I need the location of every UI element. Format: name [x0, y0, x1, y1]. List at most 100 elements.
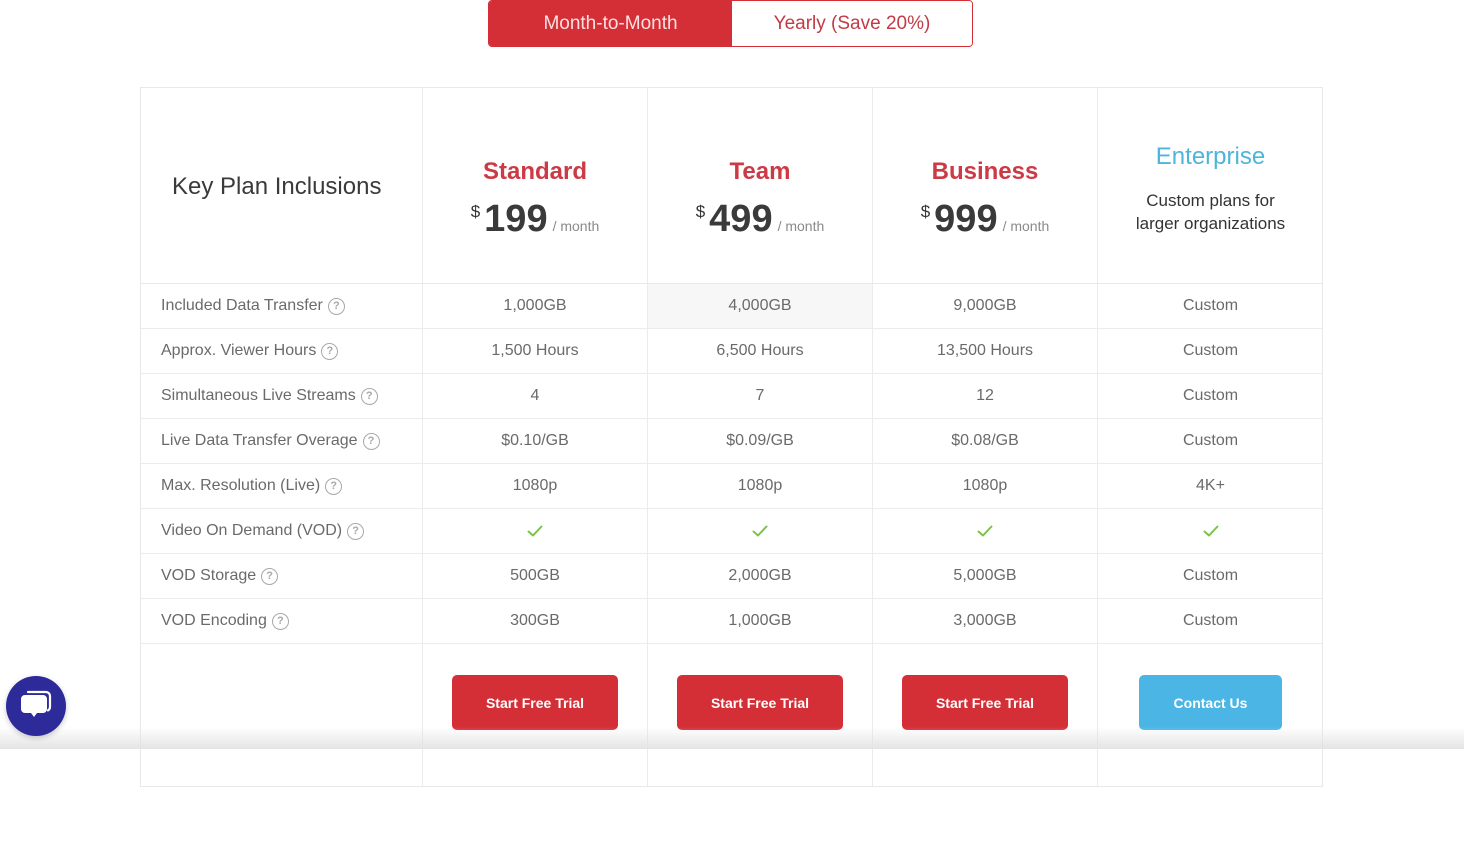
plan-header-business: Business $ 999 / month [873, 88, 1097, 284]
feature-value: Custom [1098, 599, 1323, 643]
plan-header-team: Team $ 499 / month [648, 88, 872, 284]
help-icon[interactable]: ? [328, 298, 345, 315]
cta-row [141, 644, 1322, 844]
feature-label: Simultaneous Live Streams? [161, 374, 378, 418]
price-period: / month [778, 218, 825, 234]
plan-description: Custom plans for larger organizations [1098, 189, 1323, 235]
plan-header-enterprise: Enterprise Custom plans for larger organ… [1098, 88, 1323, 284]
feature-value [873, 509, 1097, 553]
feature-value: $0.09/GB [648, 419, 872, 463]
feature-label: VOD Storage? [161, 554, 278, 598]
feature-value [1098, 509, 1323, 553]
check-icon [977, 525, 993, 537]
price-amount: 199 [484, 198, 547, 241]
price-period: / month [553, 218, 600, 234]
price-amount: 499 [709, 198, 772, 241]
feature-label-text: VOD Storage [161, 567, 256, 585]
feature-label: VOD Encoding? [161, 599, 289, 643]
start-free-trial-standard-button[interactable]: Start Free Trial [452, 675, 618, 730]
plan-price: $ 199 / month [423, 198, 647, 241]
currency-symbol: $ [471, 202, 480, 222]
help-icon[interactable]: ? [347, 523, 364, 540]
feature-value: 1,000GB [423, 284, 647, 328]
feature-label: Included Data Transfer? [161, 284, 345, 328]
feature-value: 9,000GB [873, 284, 1097, 328]
feature-value: 2,000GB [648, 554, 872, 598]
feature-value: 1080p [423, 464, 647, 508]
feature-row: Live Data Transfer Overage? $0.10/GB$0.09… [141, 419, 1322, 464]
feature-label-text: VOD Encoding [161, 612, 267, 630]
key-plan-inclusions-title: Key Plan Inclusions [172, 173, 381, 201]
help-icon[interactable]: ? [363, 433, 380, 450]
feature-value: Custom [1098, 419, 1323, 463]
contact-us-button[interactable]: Contact Us [1139, 675, 1282, 730]
feature-value: $0.10/GB [423, 419, 647, 463]
feature-label-text: Approx. Viewer Hours [161, 342, 316, 360]
chat-widget-button[interactable] [6, 676, 66, 736]
currency-symbol: $ [696, 202, 705, 222]
feature-label-text: Video On Demand (VOD) [161, 522, 342, 540]
help-icon[interactable]: ? [321, 343, 338, 360]
help-icon[interactable]: ? [325, 478, 342, 495]
start-free-trial-team-button[interactable]: Start Free Trial [677, 675, 843, 730]
price-amount: 999 [934, 198, 997, 241]
feature-row: Included Data Transfer? 1,000GB4,000GB9,0… [141, 284, 1322, 329]
feature-value: Custom [1098, 554, 1323, 598]
feature-value: 300GB [423, 599, 647, 643]
plan-description-line: Custom plans for [1098, 189, 1323, 212]
feature-value: 6,500 Hours [648, 329, 872, 373]
feature-label: Live Data Transfer Overage? [161, 419, 380, 463]
feature-value: 3,000GB [873, 599, 1097, 643]
billing-toggle: Month-to-Month Yearly (Save 20%) [488, 0, 973, 47]
feature-value: 1080p [873, 464, 1097, 508]
feature-label: Approx. Viewer Hours? [161, 329, 338, 373]
feature-row: VOD Storage? 500GB2,000GB5,000GBCustom [141, 554, 1322, 599]
feature-value [648, 509, 872, 553]
feature-label-text: Included Data Transfer [161, 297, 323, 315]
pricing-table: Key Plan Inclusions Standard $ 199 / mon… [140, 87, 1323, 787]
feature-label-text: Live Data Transfer Overage [161, 432, 358, 450]
feature-value: 7 [648, 374, 872, 418]
help-icon[interactable]: ? [261, 568, 278, 585]
plan-header-standard: Standard $ 199 / month [423, 88, 647, 284]
feature-value: Custom [1098, 374, 1323, 418]
feature-label: Max. Resolution (Live)? [161, 464, 342, 508]
plan-name: Standard [423, 158, 647, 186]
feature-label-text: Max. Resolution (Live) [161, 477, 320, 495]
feature-value: 1080p [648, 464, 872, 508]
feature-value: Custom [1098, 284, 1323, 328]
start-free-trial-business-button[interactable]: Start Free Trial [902, 675, 1068, 730]
plan-price: $ 499 / month [648, 198, 872, 241]
feature-value: 13,500 Hours [873, 329, 1097, 373]
help-icon[interactable]: ? [361, 388, 378, 405]
feature-value: Custom [1098, 329, 1323, 373]
help-icon[interactable]: ? [272, 613, 289, 630]
plan-name: Business [873, 158, 1097, 186]
feature-value: 4 [423, 374, 647, 418]
feature-value [423, 509, 647, 553]
plan-header-row: Key Plan Inclusions Standard $ 199 / mon… [141, 88, 1322, 284]
plan-name: Team [648, 158, 872, 186]
chat-icon [20, 689, 52, 724]
feature-row: VOD Encoding? 300GB1,000GB3,000GBCustom [141, 599, 1322, 644]
price-period: / month [1003, 218, 1050, 234]
feature-value: 4,000GB [648, 284, 872, 328]
feature-label: Video On Demand (VOD)? [161, 509, 364, 553]
feature-value: 12 [873, 374, 1097, 418]
plan-description-line: larger organizations [1098, 212, 1323, 235]
feature-value: 500GB [423, 554, 647, 598]
toggle-yearly[interactable]: Yearly (Save 20%) [732, 1, 972, 46]
feature-value: 4K+ [1098, 464, 1323, 508]
feature-row: Simultaneous Live Streams? 4712Custom [141, 374, 1322, 419]
feature-value: 1,500 Hours [423, 329, 647, 373]
feature-label-text: Simultaneous Live Streams [161, 387, 356, 405]
feature-row: Video On Demand (VOD)? [141, 509, 1322, 554]
plan-price: $ 999 / month [873, 198, 1097, 241]
feature-row: Approx. Viewer Hours? 1,500 Hours6,500 Ho… [141, 329, 1322, 374]
check-icon [527, 525, 543, 537]
plan-name: Enterprise [1098, 143, 1323, 171]
feature-row: Max. Resolution (Live)?1080p1080p1080p4K… [141, 464, 1322, 509]
toggle-month-to-month[interactable]: Month-to-Month [489, 1, 732, 46]
feature-value: 1,000GB [648, 599, 872, 643]
feature-value: 5,000GB [873, 554, 1097, 598]
